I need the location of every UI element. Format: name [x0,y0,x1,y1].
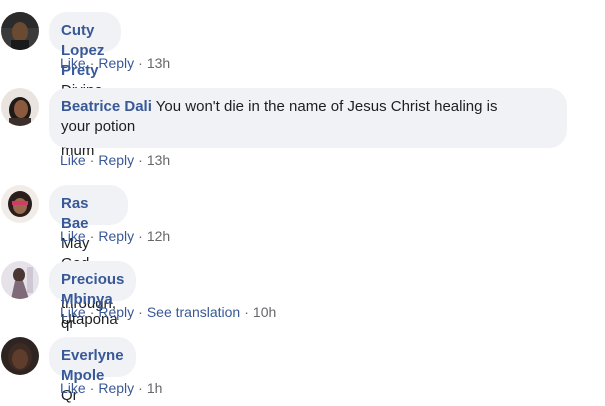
reply-button[interactable]: Reply [98,55,134,71]
comment-bubble: Everlyne Mpole Qr [49,337,136,404]
reply-button[interactable]: Reply [98,380,134,396]
reply-button[interactable]: Reply [98,304,134,320]
comment-text: You won't die in the name of Jesus Chris… [155,98,498,115]
separator: · [89,228,95,244]
separator: · [89,55,95,71]
avatar[interactable] [1,185,39,223]
like-button[interactable]: Like [60,55,86,71]
like-button[interactable]: Like [60,304,86,320]
comment-timestamp[interactable]: 1h [147,380,163,396]
comment-bubble: Cuty Lopez Prety Divine healing to you m… [49,12,122,159]
avatar[interactable] [1,12,39,50]
comment-bubble: Ras Bae May God see u through, qr [49,185,129,332]
comment-author[interactable]: Beatrice Dali [61,98,152,115]
like-button[interactable]: Like [60,380,86,396]
comment-timestamp[interactable]: 10h [253,304,276,320]
separator: · [138,55,143,71]
like-button[interactable]: Like [60,152,86,168]
avatar[interactable] [1,88,39,126]
comment-timestamp[interactable]: 13h [147,55,170,71]
avatar[interactable] [1,337,39,375]
like-button[interactable]: Like [60,228,86,244]
comment-actions: Like · Reply · 1h [60,379,162,397]
comment-timestamp[interactable]: 13h [147,152,170,168]
comment-timestamp[interactable]: 12h [147,228,170,244]
see-translation-link[interactable]: See translation [147,304,240,320]
comment-actions: Like · Reply · See translation · 10h [60,303,276,321]
separator: · [89,152,95,168]
separator: · [244,304,249,320]
comment-actions: Like · Reply · 13h [60,54,170,72]
separator: · [138,304,143,320]
separator: · [138,228,143,244]
avatar[interactable] [1,261,39,299]
separator: · [89,304,95,320]
reply-button[interactable]: Reply [98,228,134,244]
comment-bubble: Beatrice Dali You won't die in the name … [49,88,567,148]
comment-actions: Like · Reply · 12h [60,227,170,245]
comment-bubble: Precious Mbinya Utapona [49,261,137,328]
comment-text-continued: your potion [61,118,136,135]
reply-button[interactable]: Reply [98,152,134,168]
separator: · [138,380,143,396]
separator: · [138,152,143,168]
comment-actions: Like · Reply · 13h [60,151,170,169]
separator: · [89,380,95,396]
